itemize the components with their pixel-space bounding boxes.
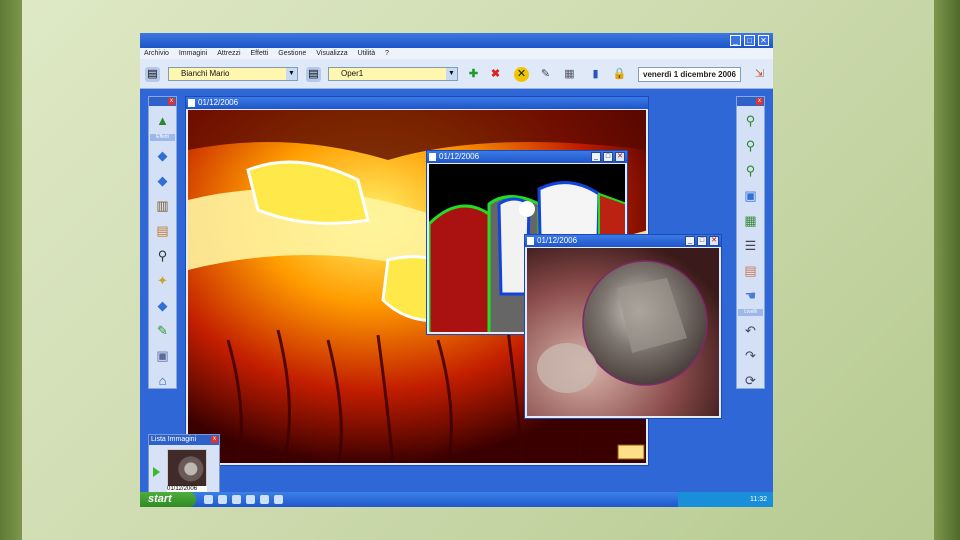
intraoral-titlebar: 01/12/2006 _ □ ✕ [525,235,721,247]
quicklaunch-folder-icon[interactable] [246,495,255,504]
undo-icon[interactable]: ↶ [741,321,761,341]
redo-icon[interactable]: ↷ [741,346,761,366]
menu-bar: Archivio Immagini Attrezzi Effetti Gesti… [140,48,773,59]
chevron-down-icon: ▼ [446,68,457,80]
fullscreen-icon[interactable]: ▣ [741,186,761,206]
printer-icon[interactable]: ▦ [562,67,577,82]
add-patient-icon[interactable]: ✚ [466,67,481,82]
effects-section-label: Effetti [150,134,175,141]
zoom-fit-icon[interactable]: ⚲ [741,161,761,181]
left-decorative-bar [0,0,22,540]
close-button[interactable]: ✕ [709,236,719,246]
date-display: venerdì 1 dicembre 2006 [638,67,741,82]
bitewing-titlebar: 01/12/2006 _ □ ✕ [427,151,627,163]
menu-gestione[interactable]: Gestione [278,50,306,57]
window-titlebar: _ □ ✕ [140,33,773,48]
menu-visualizza[interactable]: Visualizza [316,50,347,57]
operator-select-value: Oper1 [341,69,364,78]
clock: 11:32 [750,496,767,503]
color-tool-icon[interactable]: ◆ [153,296,173,316]
close-button[interactable]: ✕ [758,35,769,46]
right-decorative-bar [934,0,960,540]
bitewing-title: 01/12/2006 [439,152,480,161]
lock-icon[interactable]: 🔒 [612,67,627,82]
close-icon[interactable]: x [756,98,763,105]
menu-immagini[interactable]: Immagini [179,50,207,57]
flip-cube-icon[interactable]: ◆ [153,171,173,191]
image-list-title: Lista Immagini [151,436,197,443]
refresh-icon[interactable]: ⟳ [741,371,761,391]
crop-tool-icon[interactable]: ▣ [153,346,173,366]
light-tool-icon[interactable]: ✦ [153,271,173,291]
start-button[interactable]: start [140,492,196,507]
play-icon[interactable] [153,467,160,477]
hand-tool-icon[interactable]: ☚ [741,286,761,306]
main-image-title: 01/12/2006 [198,98,239,107]
document-icon [429,153,436,161]
filter-tool-icon[interactable]: ▤ [153,221,173,241]
left-panel-header: x [149,97,176,106]
system-tray: 11:32 [678,492,773,507]
image-view-icon[interactable]: ▦ [741,211,761,231]
home-tool-icon[interactable]: ⌂ [153,371,173,391]
clipboard-icon[interactable]: ▤ [741,261,761,281]
cancel-icon[interactable]: ✕ [514,67,529,82]
quicklaunch-browser-icon[interactable] [204,495,213,504]
intraoral-photo [527,248,719,416]
minimize-button[interactable]: _ [591,152,601,162]
document-icon [527,237,534,245]
close-button[interactable]: ✕ [615,152,625,162]
search-tool-icon[interactable]: ⚲ [153,246,173,266]
zoom-in-icon[interactable]: ⚲ [741,111,761,131]
patient-card-icon[interactable]: ▤ [145,67,160,82]
menu-effetti[interactable]: Effetti [251,50,269,57]
operator-card-icon[interactable]: ▤ [306,67,321,82]
main-image-titlebar: 01/12/2006 [186,97,648,109]
quicklaunch-media-icon[interactable] [232,495,241,504]
patient-select-value: Bianchi Mario [181,69,230,78]
image-list-header: Lista Immagini x [149,435,219,445]
levels-section-label: Livelli [738,309,763,316]
quicklaunch-mail-icon[interactable] [218,495,227,504]
quicklaunch-user-icon[interactable] [274,495,283,504]
maximize-button[interactable]: □ [744,35,755,46]
maximize-button[interactable]: □ [697,236,707,246]
zoom-out-icon[interactable]: ⚲ [741,136,761,156]
right-tools-panel: x ⚲ ⚲ ⚲ ▣ ▦ ☰ ▤ ☚ Livelli ↶ ↷ ⟳ [736,96,765,389]
menu-archivio[interactable]: Archivio [144,50,169,57]
pencil-tool-icon[interactable]: ✎ [153,321,173,341]
measure-tool-icon[interactable]: ▥ [153,196,173,216]
application-screen: _ □ ✕ Archivio Immagini Attrezzi Effetti… [140,33,773,507]
intraoral-image-window[interactable]: 01/12/2006 _ □ ✕ [524,234,722,419]
chevron-down-icon: ▼ [286,68,297,80]
maximize-button[interactable]: □ [603,152,613,162]
right-panel-header: x [737,97,764,106]
menu-attrezzi[interactable]: Attrezzi [217,50,240,57]
operator-select[interactable]: Oper1 ▼ [328,67,458,81]
close-icon[interactable]: x [211,436,218,443]
left-tools-panel: x ▲ Effetti ◆ ◆ ▥ ▤ ⚲ ✦ ◆ ✎ ▣ ⌂ [148,96,177,389]
rotate-cube-icon[interactable]: ◆ [153,146,173,166]
minimize-button[interactable]: _ [730,35,741,46]
edit-icon[interactable]: ✎ [538,67,553,82]
menu-help[interactable]: ? [385,50,389,57]
menu-utilita[interactable]: Utilità [358,50,376,57]
close-icon[interactable]: x [168,98,175,105]
exit-icon[interactable]: ⇲ [752,67,767,82]
patient-select[interactable]: Bianchi Mario ▼ [168,67,298,81]
main-toolbar: ▤ Bianchi Mario ▼ ▤ Oper1 ▼ ✚ ✖ ✕ ✎ ▦ ▮ … [140,59,773,89]
delete-patient-icon[interactable]: ✖ [488,67,503,82]
taskbar: start 11:32 [140,492,773,507]
quicklaunch-app-icon[interactable] [260,495,269,504]
intraoral-title: 01/12/2006 [537,236,578,245]
document-icon [188,99,195,107]
shapes-tool-icon[interactable]: ▲ [153,111,173,131]
notes-icon[interactable]: ☰ [741,236,761,256]
minimize-button[interactable]: _ [685,236,695,246]
start-label: start [148,493,172,505]
save-icon[interactable]: ▮ [588,67,603,82]
workspace: x ▲ Effetti ◆ ◆ ▥ ▤ ⚲ ✦ ◆ ✎ ▣ ⌂ x ⚲ ⚲ ⚲ … [140,89,773,504]
